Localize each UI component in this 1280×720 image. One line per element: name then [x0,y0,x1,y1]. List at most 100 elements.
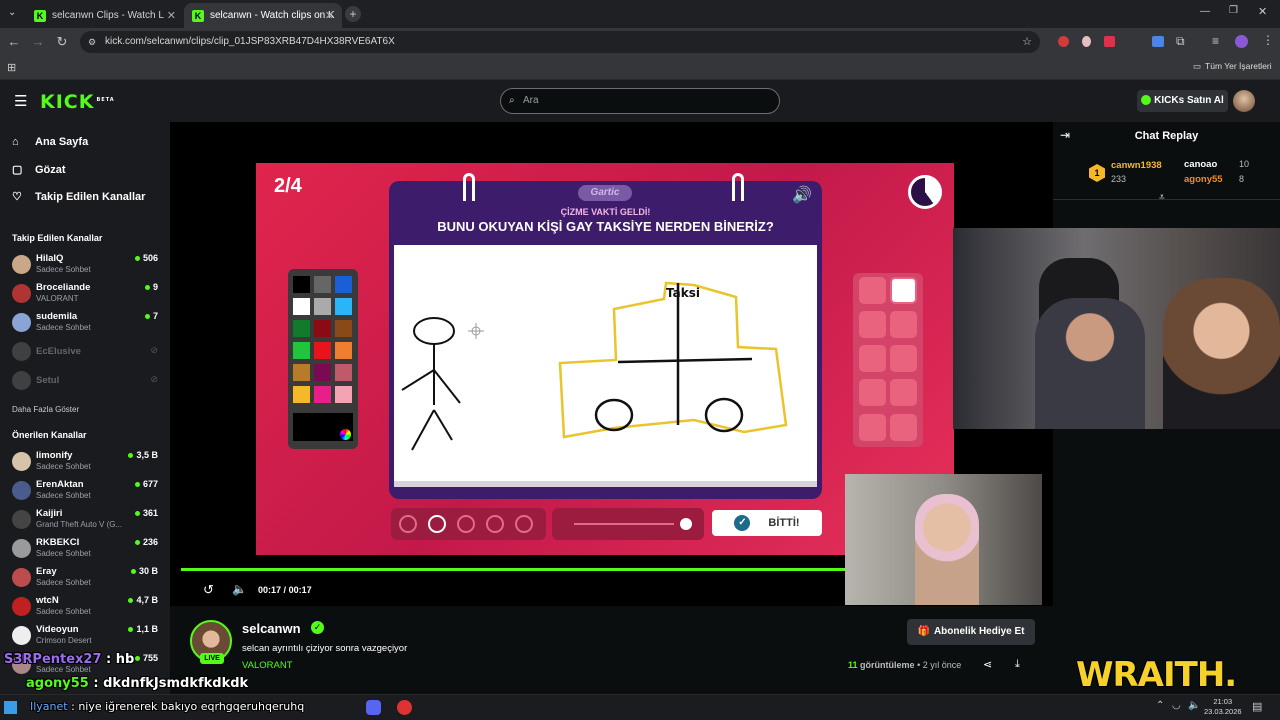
discord-taskbar-icon[interactable] [366,700,381,715]
profile-avatar[interactable] [1235,35,1248,48]
color-swatch[interactable] [293,276,310,293]
sound-icon[interactable]: 🔊 [792,185,812,205]
pencil-tool-icon[interactable] [859,277,886,304]
browser-tab-2[interactable]: K selcanwn - Watch clips on Kick ✕ [184,3,342,28]
color-swatch[interactable] [335,276,352,293]
user-avatar[interactable] [1233,90,1255,112]
color-swatch[interactable] [335,320,352,337]
network-icon[interactable]: ◡ [1172,700,1181,711]
reload-icon[interactable]: ↻ [54,34,70,50]
recommended-channel[interactable]: ErenAktan Sadece Sohbet 677 [12,478,162,504]
media-controls-icon[interactable]: ≡ [1212,34,1219,48]
color-swatch[interactable] [293,342,310,359]
close-window-icon[interactable]: ✕ [1258,5,1267,18]
recommended-channel[interactable]: RKBEKCI Sadece Sohbet 236 [12,536,162,562]
followed-channel[interactable]: Broceliande VALORANT 9 [12,281,162,307]
drawing-canvas[interactable]: Taksi [394,245,817,487]
site-info-icon[interactable]: ⚙ [88,31,96,53]
color-swatch[interactable] [335,364,352,381]
extensions-puzzle-icon[interactable]: ⧉ [1176,34,1185,49]
color-swatch[interactable] [335,386,352,403]
recommended-channel[interactable]: Videoyun Crimson Desert 1,1 B [12,623,162,649]
redo-icon[interactable] [890,414,917,441]
ellipse-fill-tool-icon[interactable] [890,345,917,372]
back-icon[interactable]: ← [6,34,22,50]
brush-size-option[interactable] [515,515,533,533]
minimize-icon[interactable]: — [1200,6,1210,17]
restore-icon[interactable]: ❐ [1229,5,1238,16]
color-swatch[interactable] [293,364,310,381]
browser-tab-1[interactable]: K selcanwn Clips - Watch Live on ✕ [26,3,184,28]
close-tab-icon[interactable]: ✕ [167,9,176,22]
color-swatch[interactable] [335,342,352,359]
recommended-channel[interactable]: wtcN Sadece Sohbet 4,7 B [12,594,162,620]
extension-icon[interactable] [1104,36,1115,47]
opacity-slider[interactable] [552,508,704,540]
url-input[interactable]: ⚙ kick.com/selcanwn/clips/clip_01JSP83XR… [80,31,1040,53]
eraser-tool-icon[interactable] [890,277,917,304]
clock[interactable]: 21:03 23.03.2026 [1204,697,1242,717]
share-icon[interactable]: ⋖ [983,658,992,671]
gift-subscription-button[interactable]: 🎁 Abonelik Hediye Et [907,619,1035,645]
color-swatch[interactable] [314,342,331,359]
color-swatch[interactable] [314,276,331,293]
notifications-icon[interactable]: ▤ [1252,700,1262,713]
extension-icon[interactable] [1082,36,1091,47]
apps-grid-icon[interactable]: ⊞ [7,61,16,74]
brush-size-selector[interactable] [391,508,546,540]
color-wheel-icon[interactable] [340,429,351,440]
download-icon[interactable]: ⤓ [1015,658,1020,671]
line-tool-icon[interactable] [859,379,886,406]
color-swatch[interactable] [314,364,331,381]
close-tab-icon[interactable]: ✕ [325,9,334,22]
color-swatch[interactable] [293,298,310,315]
recommended-channel[interactable]: Kaijiri Grand Theft Auto V (G... 361 [12,507,162,533]
show-more-link[interactable]: Daha Fazla Göster [12,405,79,414]
done-button[interactable]: ✓ BİTTİ! [712,510,822,536]
translate-icon[interactable] [1152,36,1164,47]
channel-name[interactable]: selcanwn [242,621,301,636]
replay-icon[interactable]: ↺ [203,582,214,598]
extension-icon[interactable] [1058,36,1069,47]
color-swatch[interactable] [314,298,331,315]
undo-icon[interactable] [859,414,886,441]
ellipse-outline-tool-icon[interactable] [890,311,917,338]
brush-size-option[interactable] [457,515,475,533]
hamburger-menu-icon[interactable]: ☰ [14,92,27,110]
color-swatch[interactable] [293,386,310,403]
speaker-icon[interactable]: 🔈 [1188,700,1200,711]
followed-channel-offline[interactable]: Setul ⊘ [12,368,162,394]
category-link[interactable]: VALORANT [242,660,293,671]
brush-size-option[interactable] [399,515,417,533]
slider-thumb[interactable] [680,518,692,530]
color-swatch[interactable] [314,386,331,403]
new-tab-button[interactable]: + [345,6,361,22]
brush-size-option[interactable] [486,515,504,533]
start-icon[interactable] [4,701,17,714]
tab-list-chevron-icon[interactable]: ⌄ [8,7,16,18]
nav-home[interactable]: ⌂ Ana Sayfa [12,136,88,148]
brush-size-option[interactable] [428,515,446,533]
search-input[interactable]: ⌕ Ara [500,88,780,114]
rectangle-outline-tool-icon[interactable] [859,311,886,338]
followed-channel[interactable]: sudemila Sadece Sohbet 7 [12,310,162,336]
color-swatch[interactable] [293,320,310,337]
menu-kebab-icon[interactable]: ⋮ [1262,33,1274,47]
recommended-channel[interactable]: Eray Sadece Sohbet 30 B [12,565,162,591]
color-swatch[interactable] [335,298,352,315]
color-swatch[interactable] [314,320,331,337]
fill-bucket-tool-icon[interactable] [890,379,917,406]
app-taskbar-icon[interactable] [397,700,412,715]
tray-chevron-icon[interactable]: ⌃ [1156,700,1164,711]
expand-leaderboard-icon[interactable]: ⩡ [1159,192,1165,203]
rectangle-fill-tool-icon[interactable] [859,345,886,372]
followed-channel-offline[interactable]: EcElusive ⊘ [12,339,162,365]
buy-kicks-button[interactable]: KICKs Satın Al [1137,90,1228,112]
volume-icon[interactable]: 🔈 [232,582,247,596]
kick-logo[interactable]: KICK BETA [40,91,115,113]
forward-icon[interactable]: → [30,34,46,50]
followed-channel[interactable]: HilalQ Sadece Sohbet 506 [12,252,162,278]
nav-browse[interactable]: ▢ Gözat [12,163,66,177]
all-bookmarks-folder[interactable]: ▭ Tüm Yer İşaretleri [1193,61,1272,72]
recommended-channel[interactable]: limonify Sadece Sohbet 3,5 B [12,449,162,475]
